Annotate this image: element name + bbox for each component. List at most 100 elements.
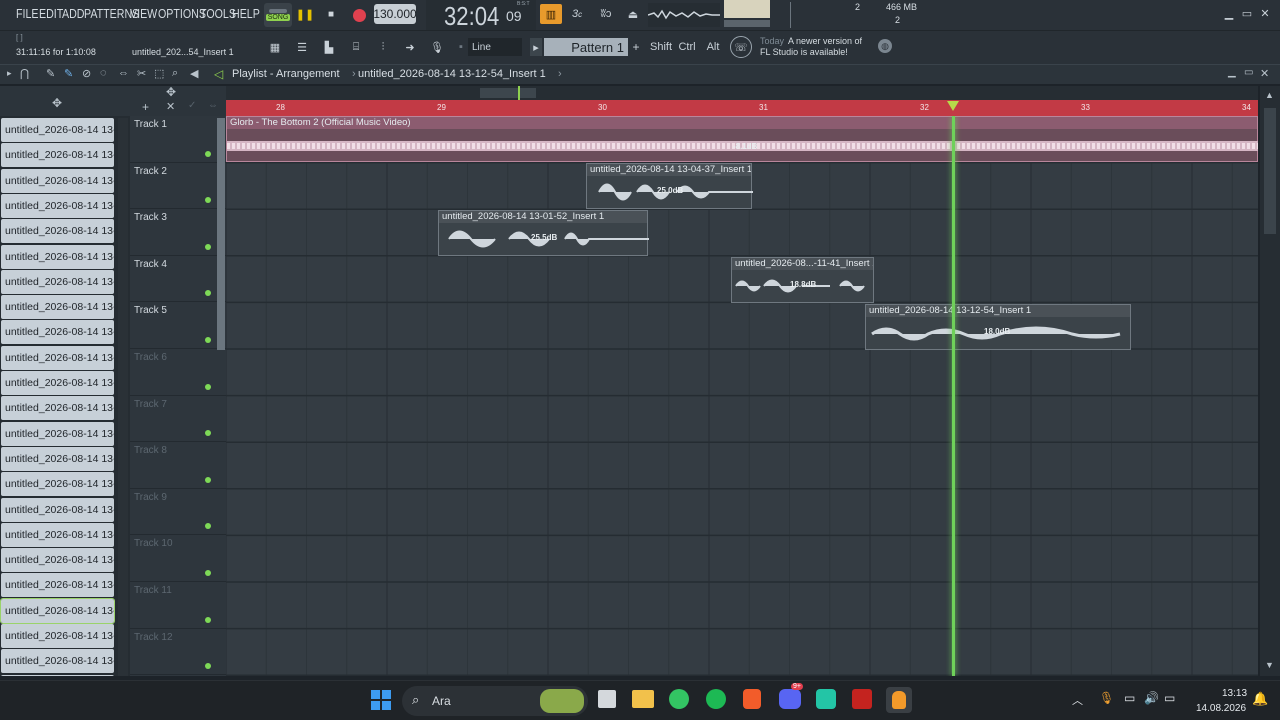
- track-mute-led[interactable]: [205, 663, 211, 670]
- clip-audio-13-01-52[interactable]: untitled_2026-08-14 13-01-52_Insert 1 25…: [438, 210, 649, 256]
- microphone-icon[interactable]: 🎙: [426, 35, 448, 59]
- menu-options[interactable]: OPTIONS: [158, 6, 206, 21]
- picker-item[interactable]: untitled_2026-08-14 13-...: [1, 497, 114, 522]
- clip-audio-13-12-54[interactable]: untitled_2026-08-14 13-12-54_Insert 1 18…: [865, 304, 1131, 350]
- zoom-icon[interactable]: ⌕: [172, 67, 178, 80]
- mute-icon[interactable]: ◌: [100, 67, 107, 79]
- playback-icon[interactable]: ◀: [190, 67, 198, 80]
- slice-icon[interactable]: ✂: [137, 67, 146, 80]
- add-track-icon[interactable]: +: [142, 100, 149, 114]
- news-line1[interactable]: A newer version of: [788, 36, 862, 46]
- select-icon[interactable]: ⬚: [154, 67, 164, 80]
- track-mute-led[interactable]: [205, 616, 211, 623]
- shift-key-button[interactable]: Shift: [648, 38, 674, 56]
- track-header[interactable]: Track 7: [130, 396, 226, 443]
- wait-for-input-icon[interactable]: ʬɔ: [594, 4, 618, 24]
- track-header[interactable]: Track 8: [130, 442, 226, 489]
- picker-item[interactable]: untitled_2026-08-14 13-...: [1, 674, 114, 676]
- stop-button[interactable]: ■: [322, 4, 340, 24]
- playlist-minimize-icon[interactable]: ▁: [1228, 67, 1236, 78]
- picker-move-icon[interactable]: ✥: [52, 96, 62, 110]
- track-scroll-thumb[interactable]: [217, 118, 225, 350]
- playlist-overview[interactable]: [226, 86, 1258, 100]
- vscroll-thumb[interactable]: [1264, 108, 1276, 234]
- track-mute-led[interactable]: [205, 523, 211, 530]
- playlist-arrange-icon[interactable]: ◁: [214, 67, 223, 81]
- pattern-prev-arrow[interactable]: ▸: [530, 38, 542, 56]
- typing-keyboard-icon[interactable]: ▥: [540, 4, 562, 24]
- add-pattern-button[interactable]: +: [629, 38, 643, 56]
- tv-app-icon[interactable]: [816, 689, 836, 709]
- fl-studio-taskbar-icon[interactable]: [886, 687, 912, 713]
- tempo-display[interactable]: 130.000: [373, 4, 417, 24]
- battery-icon[interactable]: ▭: [1164, 691, 1175, 705]
- metronome-icon[interactable]: ⏏: [622, 4, 644, 24]
- globe-icon[interactable]: ◍: [878, 39, 892, 53]
- track-header[interactable]: Track 4: [130, 256, 226, 303]
- scroll-up-icon[interactable]: ▲: [1265, 90, 1274, 100]
- picker-item[interactable]: untitled_2026-08-14 13-...: [1, 421, 114, 446]
- mixer-icon[interactable]: ⫶: [372, 35, 394, 59]
- windows-start-icon[interactable]: [371, 690, 391, 710]
- lock-icon[interactable]: ▪: [455, 39, 467, 55]
- menu-file[interactable]: FILE: [16, 6, 39, 21]
- volume-icon[interactable]: 🔊: [1144, 691, 1159, 705]
- picker-item[interactable]: untitled_2026-08-14 13-...: [1, 219, 114, 244]
- spotify-icon[interactable]: [706, 689, 726, 709]
- track-header[interactable]: Track 1: [130, 116, 226, 163]
- file-explorer-icon[interactable]: [632, 690, 654, 708]
- clip-audio-glorb[interactable]: Glorb - The Bottom 2 (Official Music Vid…: [226, 116, 1258, 162]
- clip-audio-13-04-37[interactable]: untitled_2026-08-14 13-04-37_Insert 1 25…: [586, 163, 753, 209]
- notification-bell-icon[interactable]: 🔔: [1252, 691, 1268, 707]
- close-icon[interactable]: ✕: [1258, 6, 1272, 20]
- picker-item[interactable]: untitled_2026-08-14 13-...: [1, 345, 114, 370]
- discord-icon[interactable]: 9+: [779, 683, 803, 709]
- step-edit-icon[interactable]: 3c: [566, 4, 588, 24]
- clock-time[interactable]: 13:13: [1222, 688, 1247, 699]
- picker-item[interactable]: untitled_2026-08-14 13-...: [1, 244, 114, 269]
- snap-selector[interactable]: Line: [468, 38, 522, 56]
- timeline-ruler[interactable]: 28 29 30 31 32 33 34: [226, 100, 1258, 116]
- piano-roll-icon[interactable]: ▙: [318, 35, 340, 59]
- time-display[interactable]: 32:04 09 B:S:T: [426, 0, 536, 31]
- playlist-close-icon[interactable]: ✕: [1260, 67, 1269, 80]
- picker-item[interactable]: untitled_2026-08-14 13-...: [1, 118, 114, 142]
- track-mute-led[interactable]: [205, 243, 211, 250]
- ctrl-key-button[interactable]: Ctrl: [676, 38, 698, 56]
- picker-item[interactable]: untitled_2026-08-14 13-...: [1, 624, 114, 648]
- playhead-marker-icon[interactable]: [947, 101, 959, 111]
- picker-item[interactable]: untitled_2026-08-14 13-...: [1, 522, 114, 547]
- track-mute-led[interactable]: [205, 476, 211, 483]
- track-header[interactable]: Track 9: [130, 489, 226, 536]
- picker-item[interactable]: untitled_2026-08-14 13-...: [1, 168, 114, 193]
- picker-item[interactable]: untitled_2026-08-14 13-...: [1, 396, 114, 421]
- track-header[interactable]: Track 2: [130, 163, 226, 210]
- menu-help[interactable]: HELP: [232, 6, 260, 21]
- pause-button[interactable]: ❚❚: [295, 4, 315, 24]
- delete-icon[interactable]: ⊘: [82, 67, 91, 80]
- picker-item[interactable]: untitled_2026-08-14 13-...: [1, 573, 114, 598]
- track-header[interactable]: Track 6: [130, 349, 226, 396]
- record-button[interactable]: [348, 4, 370, 26]
- maximize-icon[interactable]: ▭: [1240, 6, 1254, 20]
- arrangement-grid[interactable]: Glorb - The Bottom 2 (Official Music Vid…: [226, 116, 1258, 676]
- magnet-icon[interactable]: ⋂: [20, 67, 29, 80]
- hzoom-icon[interactable]: ⇔: [208, 100, 218, 111]
- picker-item[interactable]: untitled_2026-08-14 13-...: [1, 649, 114, 674]
- clip-audio-11-41[interactable]: untitled_2026-08...-11-41_Insert 1 18.8d…: [731, 257, 874, 303]
- news-line2[interactable]: FL Studio is available!: [760, 47, 848, 57]
- pencil-icon[interactable]: ✎: [46, 67, 55, 80]
- track-header[interactable]: Track 11: [130, 582, 226, 629]
- picker-item[interactable]: untitled_2026-08-14 13-...: [1, 269, 114, 294]
- move-arrows-icon[interactable]: ✥: [166, 85, 176, 99]
- task-view-icon[interactable]: [598, 690, 616, 708]
- song-mode-toggle[interactable]: SONG: [264, 3, 292, 27]
- playlist-icon[interactable]: ▦: [264, 35, 286, 59]
- network-icon[interactable]: ▭: [1124, 691, 1135, 705]
- picker-item[interactable]: untitled_2026-08-14 13-...: [1, 472, 114, 497]
- playlist-vertical-scrollbar[interactable]: ▲ ▼: [1260, 86, 1280, 676]
- pattern-selector[interactable]: Pattern 1: [544, 38, 628, 56]
- overview-scroll-thumb[interactable]: [480, 88, 536, 98]
- track-header[interactable]: Track 10: [130, 535, 226, 582]
- menu-view[interactable]: VIEW: [130, 6, 157, 21]
